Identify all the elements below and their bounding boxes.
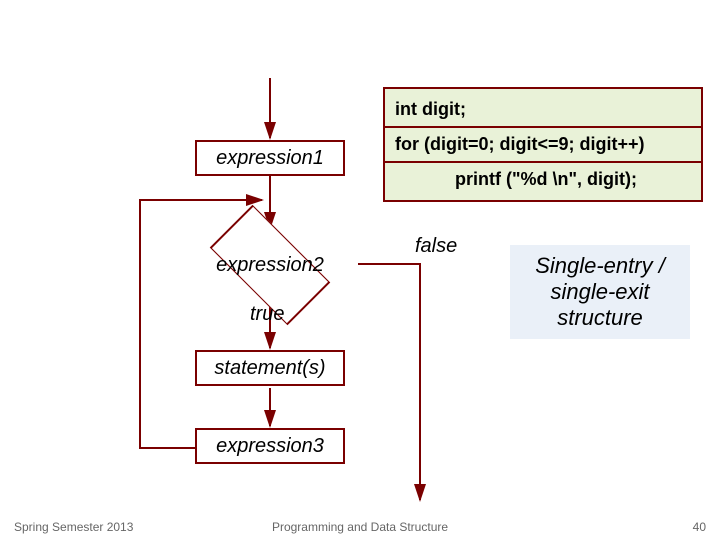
false-label: false [415, 235, 457, 258]
flow-expression1-label: expression1 [216, 147, 324, 170]
footer-page-number: 40 [693, 520, 706, 534]
flow-expression2-label: expression2 [180, 230, 360, 300]
annotation-callout: Single-entry / single-exit structure [510, 245, 690, 339]
code-body: printf ("%d \n", digit); [395, 169, 691, 190]
flow-expression3: expression3 [195, 428, 345, 464]
flow-statement-label: statement(s) [214, 357, 325, 380]
footer-center: Programming and Data Structure [272, 520, 448, 534]
footer-left: Spring Semester 2013 [14, 520, 133, 534]
flow-expression3-label: expression3 [216, 435, 324, 458]
code-separator-2 [385, 161, 701, 163]
flow-expression1: expression1 [195, 140, 345, 176]
code-for-head: for (digit=0; digit<=9; digit++) [395, 134, 691, 155]
annotation-line1: Single-entry / [524, 253, 676, 279]
flow-statement: statement(s) [195, 350, 345, 386]
annotation-line2: single-exit [524, 279, 676, 305]
flow-decision: expression2 [180, 230, 360, 300]
code-separator-1 [385, 126, 701, 128]
true-label: true [250, 303, 284, 326]
code-block: int digit; for (digit=0; digit<=9; digit… [383, 87, 703, 202]
annotation-line3: structure [524, 305, 676, 331]
code-decl: int digit; [395, 99, 691, 120]
